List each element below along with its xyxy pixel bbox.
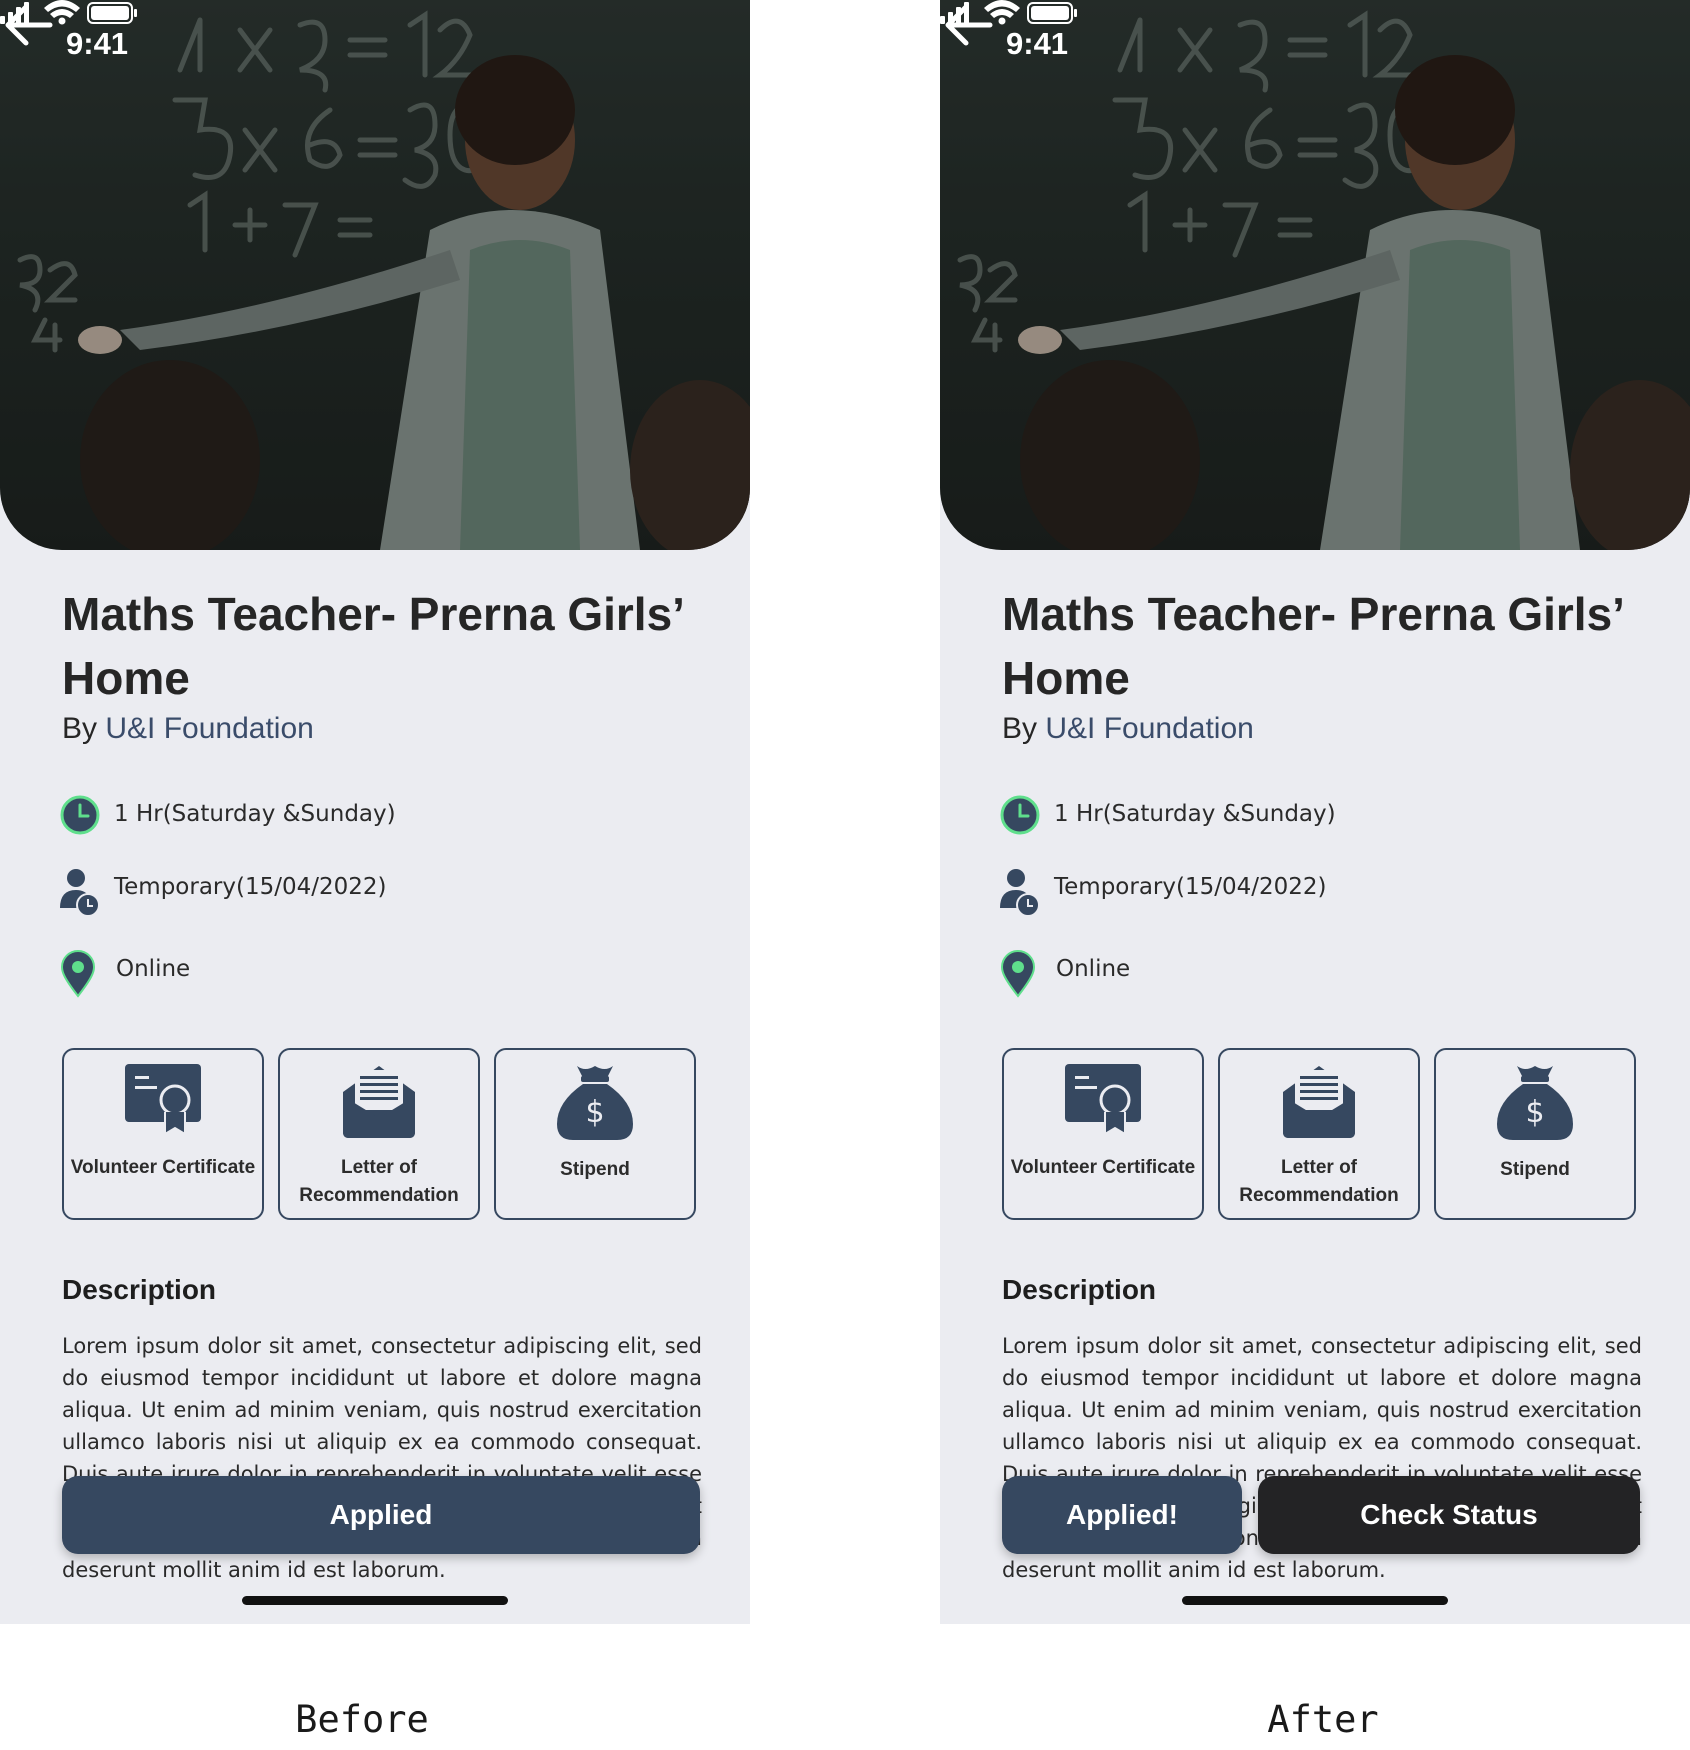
perk-letter-of-recommendation: Letter of Recommendation	[1218, 1048, 1420, 1220]
classroom-photo	[940, 0, 1690, 550]
clock-icon	[60, 795, 100, 835]
classroom-photo	[0, 0, 750, 550]
certificate-icon	[1065, 1064, 1141, 1136]
organization-link[interactable]: U&I Foundation	[1045, 712, 1253, 745]
perk-volunteer-certificate: Volunteer Certificate	[62, 1048, 264, 1220]
battery-icon	[1027, 2, 1077, 24]
type-text: Temporary(15/04/2022)	[114, 874, 387, 900]
hero-photo: 9:41	[0, 0, 750, 550]
duration-text: 1 Hr(Saturday &Sunday)	[114, 801, 396, 827]
perk-label: Stipend	[560, 1159, 630, 1180]
back-arrow-icon[interactable]	[940, 0, 996, 50]
organization-link[interactable]: U&I Foundation	[105, 712, 313, 745]
perk-letter-of-recommendation: Letter of Recommendation	[278, 1048, 480, 1220]
organization-line: By U&I Foundation	[1002, 712, 1254, 746]
location-text: Online	[1056, 956, 1131, 982]
perk-label: Volunteer Certificate	[70, 1157, 256, 1178]
status-time: 9:41	[66, 26, 129, 61]
location-pin-icon	[1000, 950, 1036, 998]
clock-icon	[1000, 795, 1040, 835]
perk-stipend: $ Stipend	[494, 1048, 696, 1220]
home-indicator[interactable]	[242, 1596, 508, 1605]
status-time: 9:41	[1006, 26, 1069, 61]
check-status-button[interactable]: Check Status	[1258, 1476, 1640, 1554]
money-bag-icon: $	[557, 1066, 633, 1140]
perk-volunteer-certificate: Volunteer Certificate	[1002, 1048, 1204, 1220]
svg-text:$: $	[585, 1095, 604, 1130]
by-label: By	[1002, 712, 1038, 745]
battery-icon	[87, 2, 137, 24]
letter-icon	[1283, 1066, 1355, 1138]
applied-button[interactable]: Applied	[62, 1476, 700, 1554]
applied-button[interactable]: Applied!	[1002, 1476, 1242, 1554]
phone-screen-after: 9:41 Maths Teacher- Prerna Girls’ Home B…	[940, 0, 1690, 1624]
location-pin-icon	[60, 950, 96, 998]
letter-icon	[343, 1066, 415, 1138]
opportunity-title: Maths Teacher- Prerna Girls’ Home	[62, 588, 683, 704]
duration-text: 1 Hr(Saturday &Sunday)	[1054, 801, 1336, 827]
phone-screen-before: 9:41 Maths Teacher- Prerna Girls’ Home B…	[0, 0, 750, 1624]
hero-photo: 9:41	[940, 0, 1690, 550]
person-clock-icon	[60, 869, 100, 917]
perk-stipend: $ Stipend	[1434, 1048, 1636, 1220]
certificate-icon	[125, 1064, 201, 1136]
perk-label: Volunteer Certificate	[1010, 1157, 1196, 1178]
perk-label: Stipend	[1500, 1159, 1570, 1180]
caption-before: Before	[295, 1698, 429, 1741]
back-arrow-icon[interactable]	[0, 0, 56, 50]
opportunity-title: Maths Teacher- Prerna Girls’ Home	[1002, 588, 1623, 704]
perk-label: Letter of Recommendation	[299, 1157, 459, 1206]
type-text: Temporary(15/04/2022)	[1054, 874, 1327, 900]
description-heading: Description	[1002, 1274, 1157, 1305]
money-bag-icon: $	[1497, 1066, 1573, 1140]
description-heading: Description	[62, 1274, 217, 1305]
person-clock-icon	[1000, 869, 1040, 917]
location-text: Online	[116, 956, 191, 982]
svg-text:$: $	[1525, 1095, 1544, 1130]
organization-line: By U&I Foundation	[62, 712, 314, 746]
by-label: By	[62, 712, 98, 745]
home-indicator[interactable]	[1182, 1596, 1448, 1605]
perk-label: Letter of Recommendation	[1239, 1157, 1399, 1206]
caption-after: After	[1267, 1698, 1379, 1741]
